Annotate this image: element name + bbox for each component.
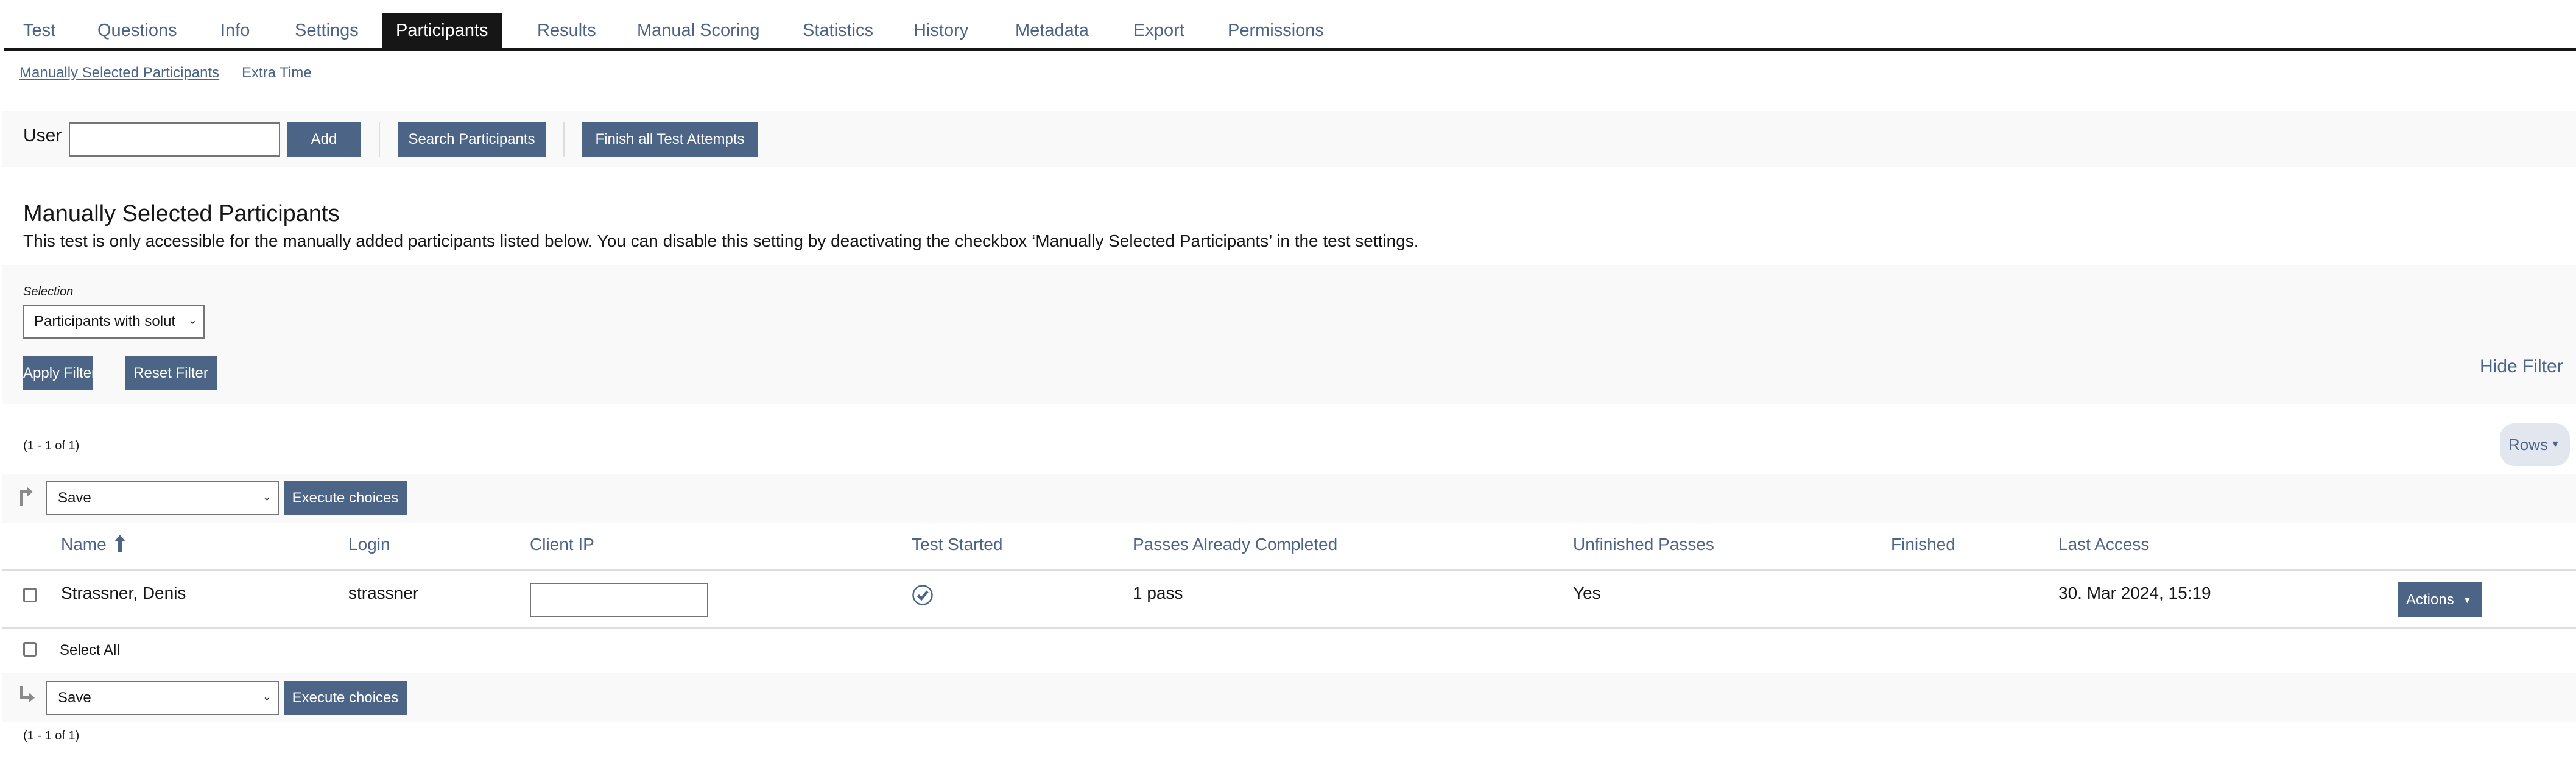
selection-dropdown[interactable]: Participants with solut ⌄: [23, 305, 205, 339]
caret-down-icon: ▼: [2463, 595, 2472, 605]
tab-metadata[interactable]: Metadata: [1015, 13, 1089, 48]
column-header-last-access[interactable]: Last Access: [2058, 535, 2149, 554]
user-input[interactable]: [69, 122, 280, 157]
select-all-label[interactable]: Select All: [60, 642, 120, 659]
cell-name: Strassner, Denis: [61, 583, 186, 602]
tabs-underline: [4, 48, 2576, 51]
main-tabs: Test Questions Info Settings Participant…: [0, 0, 2576, 51]
selection-label: Selection: [23, 285, 74, 298]
tab-statistics[interactable]: Statistics: [803, 13, 873, 48]
column-header-name-label: Name: [61, 535, 107, 554]
bulk-action-value: Save: [58, 689, 91, 706]
section-title: Manually Selected Participants: [23, 201, 340, 227]
rows-button[interactable]: Rows ▼: [2500, 423, 2570, 466]
reset-filter-button[interactable]: Reset Filter: [125, 356, 217, 390]
chevron-down-icon: ⌄: [188, 314, 197, 326]
pagination-info-top: (1 - 1 of 1): [23, 439, 80, 453]
tab-test[interactable]: Test: [23, 13, 55, 48]
tab-info[interactable]: Info: [220, 13, 250, 48]
toolbar-separator: [379, 122, 380, 157]
column-header-name[interactable]: Name: [61, 535, 126, 554]
bulk-action-select-bottom[interactable]: Save ⌄: [46, 681, 279, 715]
actions-label: Actions: [2406, 591, 2454, 608]
arrow-turn-down-right-icon: [20, 686, 35, 703]
filter-panel: [2, 265, 2576, 404]
tab-manual-scoring[interactable]: Manual Scoring: [637, 13, 760, 48]
header-divider: [2, 569, 2576, 571]
bulk-action-value: Save: [58, 490, 91, 506]
chevron-down-icon: ⌄: [262, 690, 272, 703]
cell-passes-completed: 1 pass: [1133, 583, 1183, 602]
check-circle-icon: [912, 585, 933, 605]
tab-participants[interactable]: Participants: [382, 13, 502, 48]
tab-settings[interactable]: Settings: [295, 13, 359, 48]
actions-button[interactable]: Actions ▼: [2398, 582, 2482, 617]
pagination-info-bottom: (1 - 1 of 1): [23, 729, 80, 742]
selection-value: Participants with solut: [34, 313, 176, 330]
toolbar: [2, 111, 2576, 167]
add-button[interactable]: Add: [287, 122, 361, 157]
subtab-manually-selected-participants[interactable]: Manually Selected Participants: [19, 65, 219, 82]
execute-choices-button-top[interactable]: Execute choices: [284, 481, 407, 515]
chevron-down-icon: ⌄: [262, 490, 272, 503]
row-checkbox[interactable]: [23, 588, 37, 602]
column-header-finished[interactable]: Finished: [1891, 535, 1955, 554]
arrow-turn-right-icon: [20, 487, 33, 506]
finish-all-test-attempts-button[interactable]: Finish all Test Attempts: [582, 122, 758, 157]
cell-login: strassner: [348, 583, 419, 602]
row-divider: [2, 627, 2576, 629]
tab-results[interactable]: Results: [537, 13, 596, 48]
user-label: User: [23, 125, 62, 146]
client-ip-input[interactable]: [530, 583, 708, 617]
search-participants-button[interactable]: Search Participants: [398, 122, 546, 157]
bulk-action-select-top[interactable]: Save ⌄: [46, 481, 279, 515]
caret-down-icon: ▼: [2550, 439, 2560, 449]
tab-questions[interactable]: Questions: [97, 13, 177, 48]
column-header-test-started[interactable]: Test Started: [912, 535, 1002, 554]
column-header-unfinished-passes[interactable]: Unfinished Passes: [1573, 535, 1714, 554]
cell-last-access: 30. Mar 2024, 15:19: [2058, 583, 2211, 602]
tab-export[interactable]: Export: [1133, 13, 1184, 48]
column-header-client-ip[interactable]: Client IP: [530, 535, 594, 554]
sort-ascending-icon: [114, 535, 126, 552]
toolbar-separator: [563, 122, 565, 157]
execute-choices-button-bottom[interactable]: Execute choices: [284, 681, 407, 715]
section-description: This test is only accessible for the man…: [23, 231, 1419, 250]
column-header-passes-completed[interactable]: Passes Already Completed: [1133, 535, 1337, 554]
rows-label: Rows: [2508, 435, 2549, 454]
apply-filter-button[interactable]: Apply Filter: [23, 356, 96, 390]
hide-filter-link[interactable]: Hide Filter: [2480, 356, 2563, 377]
column-header-login[interactable]: Login: [348, 535, 390, 554]
select-all-checkbox[interactable]: [23, 642, 37, 657]
tab-permissions[interactable]: Permissions: [1228, 13, 1324, 48]
tab-history[interactable]: History: [913, 13, 968, 48]
subtab-extra-time[interactable]: Extra Time: [242, 65, 312, 82]
cell-unfinished-passes: Yes: [1573, 583, 1601, 602]
